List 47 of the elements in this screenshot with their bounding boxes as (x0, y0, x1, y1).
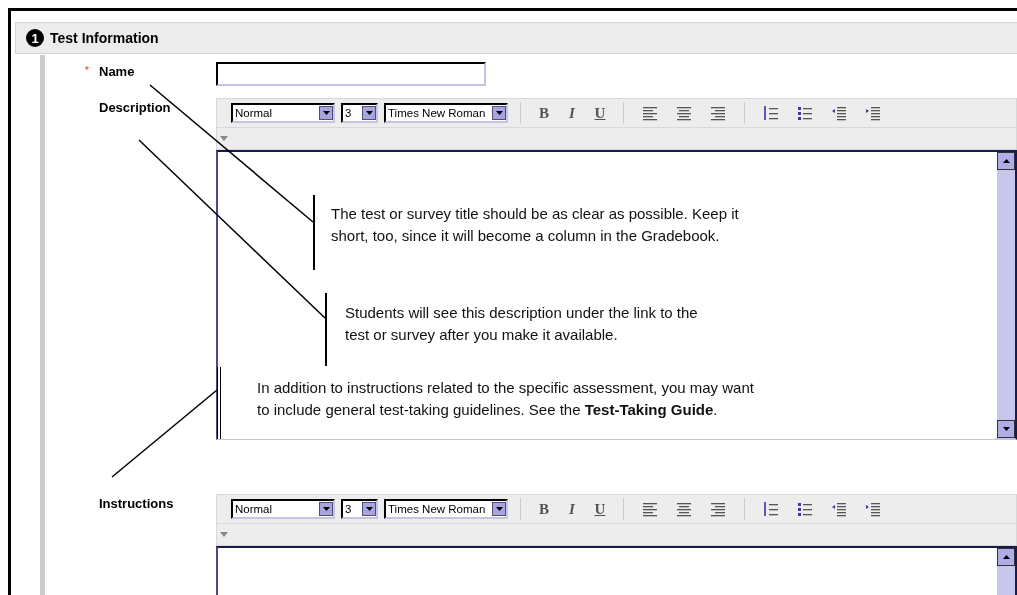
bold-button[interactable]: B (533, 104, 555, 122)
required-asterisk: * (84, 64, 89, 76)
scrollbar[interactable] (997, 152, 1015, 438)
indent-icon[interactable] (866, 501, 880, 517)
step-number: 1 (26, 29, 44, 47)
bold-button[interactable]: B (533, 500, 555, 518)
align-right-icon[interactable] (711, 501, 725, 517)
scroll-up-icon[interactable] (1002, 555, 1010, 559)
dropdown-arrow-icon (322, 507, 330, 511)
section-title: Test Information (50, 30, 159, 46)
scroll-up-icon[interactable] (1002, 159, 1010, 163)
dropdown-arrow-icon (495, 111, 503, 115)
expand-arrow-icon[interactable] (220, 136, 228, 141)
align-left-icon[interactable] (643, 501, 657, 517)
align-center-icon[interactable] (677, 501, 691, 517)
numbered-list-icon[interactable] (764, 501, 778, 517)
size-dropdown[interactable]: 3 (341, 103, 378, 123)
dropdown-arrow-icon (322, 111, 330, 115)
font-dropdown[interactable]: Times New Roman (384, 103, 508, 123)
font-dropdown[interactable]: Times New Roman (384, 499, 508, 519)
outdent-icon[interactable] (832, 501, 846, 517)
name-input-field[interactable] (216, 62, 486, 86)
dropdown-arrow-icon (365, 507, 373, 511)
align-right-icon[interactable] (711, 105, 725, 121)
align-center-icon[interactable] (677, 105, 691, 121)
bullet-list-icon[interactable] (798, 105, 812, 121)
underline-button[interactable]: U (589, 500, 611, 518)
field-label: Description (99, 100, 171, 117)
bullet-list-icon[interactable] (798, 501, 812, 517)
format-dropdown[interactable]: Normal (231, 103, 335, 123)
callout-tooltip: In addition to instructions related to the specific assessment, you may want to include general test-taking guidelines. See the Test-Taking Guide. (217, 367, 995, 439)
size-dropdown[interactable]: 3 (341, 499, 378, 519)
expand-arrow-icon[interactable] (220, 532, 228, 537)
callout-tooltip: The test or survey title should be as clear as possible. Keep it short, too, since it will become a column in the Gradebook. (313, 195, 933, 270)
dropdown-arrow-icon (365, 111, 373, 115)
outdent-icon[interactable] (832, 105, 846, 121)
field-label: Name (99, 64, 135, 81)
dropdown-arrow-icon (495, 507, 503, 511)
italic-button[interactable]: I (561, 104, 583, 122)
scroll-down-icon[interactable] (1002, 427, 1010, 431)
numbered-list-icon[interactable] (764, 105, 778, 121)
indent-icon[interactable] (866, 105, 880, 121)
align-left-icon[interactable] (643, 105, 657, 121)
italic-button[interactable]: I (561, 500, 583, 518)
format-dropdown[interactable]: Normal (231, 499, 335, 519)
field-label: Instructions (99, 496, 174, 513)
underline-button[interactable]: U (589, 104, 611, 122)
